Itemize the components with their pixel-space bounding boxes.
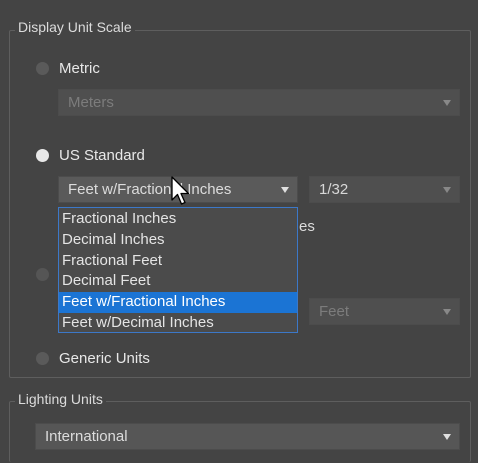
default-units-label-partial: es — [299, 218, 315, 235]
mouse-cursor-icon — [171, 176, 190, 205]
units-setup-panel: Display Unit Scale Metric Meters US Stan… — [0, 0, 478, 463]
us-units-dropdown-list: Fractional Inches Decimal Inches Fractio… — [58, 207, 298, 333]
list-item[interactable]: Fractional Feet — [59, 251, 297, 272]
list-item[interactable]: Fractional Inches — [59, 209, 297, 230]
generic-units-radio-option[interactable]: Generic Units — [36, 350, 150, 367]
metric-radio[interactable] — [36, 62, 49, 75]
generic-units-radio[interactable] — [36, 352, 49, 365]
custom-radio[interactable] — [36, 268, 49, 281]
list-item[interactable]: Decimal Inches — [59, 230, 297, 251]
chevron-down-icon — [443, 308, 451, 315]
lighting-units-dropdown[interactable]: International — [35, 423, 460, 450]
us-standard-label: US Standard — [59, 147, 145, 164]
chevron-down-icon — [281, 186, 289, 193]
metric-label: Metric — [59, 60, 100, 77]
lighting-units-value: International — [45, 428, 128, 445]
us-standard-radio-option[interactable]: US Standard — [36, 147, 145, 164]
list-item[interactable]: Feet w/Decimal Inches — [59, 313, 297, 334]
custom-units-dropdown[interactable]: Feet — [309, 298, 460, 325]
metric-units-dropdown[interactable]: Meters — [58, 89, 460, 116]
display-unit-scale-title: Display Unit Scale — [15, 19, 135, 35]
metric-radio-option[interactable]: Metric — [36, 60, 100, 77]
us-standard-radio[interactable] — [36, 149, 49, 162]
chevron-down-icon — [443, 433, 451, 440]
generic-units-label: Generic Units — [59, 350, 150, 367]
us-units-value: Feet w/Fractional Inches — [68, 181, 232, 198]
fraction-value: 1/32 — [319, 181, 349, 198]
chevron-down-icon — [443, 99, 451, 106]
lighting-units-title: Lighting Units — [15, 391, 106, 407]
list-item[interactable]: Decimal Feet — [59, 271, 297, 292]
fraction-dropdown[interactable]: 1/32 — [309, 176, 460, 203]
list-item-selected[interactable]: Feet w/Fractional Inches — [59, 292, 297, 313]
custom-units-value: Feet — [319, 303, 350, 320]
chevron-down-icon — [443, 186, 451, 193]
metric-units-value: Meters — [68, 94, 114, 111]
